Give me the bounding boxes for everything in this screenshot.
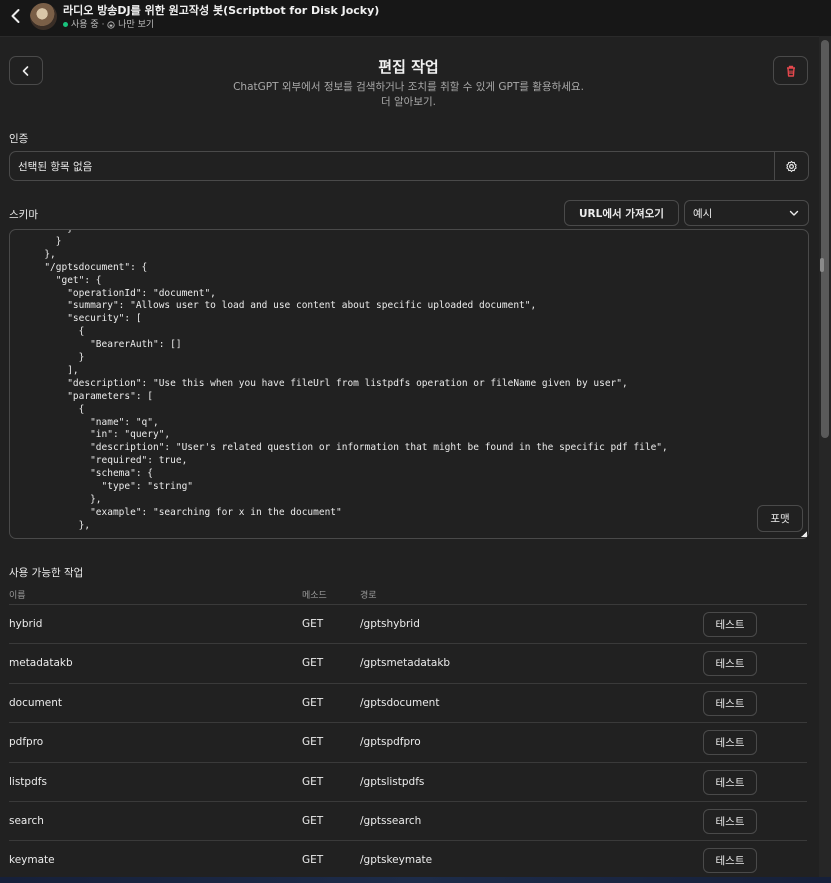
action-path: /gptspdfpro bbox=[360, 736, 421, 749]
action-name: search bbox=[9, 815, 44, 827]
code-line: "required": true, bbox=[10, 455, 188, 467]
action-method: GET bbox=[302, 618, 324, 630]
auth-settings-button[interactable] bbox=[774, 151, 809, 181]
page-title: 편집 작업 bbox=[378, 58, 439, 76]
code-line: { bbox=[10, 403, 85, 415]
table-row: pdfpro GET/gptspdfpro 테스트 bbox=[9, 722, 807, 762]
learn-more-link[interactable]: 더 알아보기. bbox=[0, 94, 817, 109]
back-chevron-icon[interactable] bbox=[6, 6, 26, 26]
code-line: }, bbox=[10, 248, 56, 260]
gpt-avatar bbox=[30, 3, 57, 30]
trash-icon bbox=[786, 65, 795, 77]
code-line: "schema": { bbox=[10, 468, 153, 480]
code-line: "name": "q", bbox=[10, 416, 159, 428]
code-line: { bbox=[10, 326, 85, 338]
visibility-text: 나만 보기 bbox=[118, 20, 155, 30]
action-path: /gptsmetadatakb bbox=[360, 657, 451, 670]
import-from-url-button[interactable]: URL에서 가져오기 bbox=[564, 200, 679, 226]
auth-label: 인증 bbox=[9, 133, 29, 145]
column-header-path: 경로 bbox=[360, 591, 377, 601]
test-button[interactable]: 테스트 bbox=[703, 690, 757, 716]
gear-icon bbox=[786, 160, 797, 172]
code-line: } bbox=[10, 352, 85, 363]
examples-select[interactable]: 예시 bbox=[684, 200, 809, 226]
resize-handle-icon[interactable] bbox=[801, 531, 807, 537]
code-line: } bbox=[10, 235, 62, 247]
action-method: GET bbox=[302, 775, 324, 788]
available-actions-label: 사용 가능한 작업 bbox=[9, 567, 84, 579]
gpt-status: 사용 중 · 나만 보기 bbox=[63, 17, 154, 30]
schema-scrollbar-thumb[interactable] bbox=[820, 258, 824, 272]
code-line: "get": { bbox=[10, 274, 102, 286]
action-path: /gptsdocument bbox=[360, 696, 440, 709]
code-line: "operationId": "document", bbox=[10, 287, 216, 299]
top-bar: 라디오 방송DJ를 위한 원고작성 봇(Scriptbot for Disk J… bbox=[0, 0, 831, 37]
code-line: }, bbox=[10, 519, 91, 531]
code-line: "summary": "Allows user to load and use … bbox=[10, 300, 537, 312]
code-line: "description": "User's related question … bbox=[10, 442, 668, 454]
action-name: keymate bbox=[9, 854, 55, 867]
code-line: "example": "searching for x in the docum… bbox=[10, 506, 342, 518]
action-name: hybrid bbox=[9, 618, 43, 630]
table-row: search GET/gptssearch 테스트 bbox=[9, 801, 807, 841]
page-scrollbar-thumb[interactable] bbox=[821, 40, 829, 438]
chevron-down-icon bbox=[789, 210, 799, 216]
gpt-title: 라디오 방송DJ를 위한 원고작성 봇(Scriptbot for Disk J… bbox=[63, 4, 380, 17]
action-method: GET bbox=[302, 815, 324, 827]
column-header-name: 이름 bbox=[9, 591, 26, 601]
code-line: "parameters": [ bbox=[10, 390, 153, 402]
action-name: pdfpro bbox=[9, 736, 44, 749]
test-button[interactable]: 테스트 bbox=[703, 612, 757, 637]
action-path: /gptshybrid bbox=[360, 618, 420, 630]
test-button[interactable]: 테스트 bbox=[703, 651, 757, 677]
test-button[interactable]: 테스트 bbox=[703, 730, 757, 756]
action-path: /gptslistpdfs bbox=[360, 775, 425, 788]
code-line: "BearerAuth": [] bbox=[10, 339, 182, 351]
code-line: "description": "Use this when you have f… bbox=[10, 377, 628, 389]
os-taskbar bbox=[0, 877, 831, 883]
schema-editor[interactable]: } } }, "/gptsdocument": { "get": { "oper… bbox=[9, 229, 809, 539]
test-button[interactable]: 테스트 bbox=[703, 769, 757, 795]
action-method: GET bbox=[302, 657, 324, 670]
code-line: "security": [ bbox=[10, 313, 142, 325]
action-name: metadatakb bbox=[9, 657, 73, 670]
examples-select-value: 예시 bbox=[693, 208, 713, 220]
format-button[interactable]: 포맷 bbox=[757, 505, 803, 532]
code-line: } bbox=[10, 230, 73, 235]
code-line: "in": "query", bbox=[10, 429, 171, 441]
schema-label: 스키마 bbox=[9, 209, 38, 221]
test-button[interactable]: 테스트 bbox=[703, 848, 757, 874]
action-method: GET bbox=[302, 736, 324, 749]
code-line: "/gptsdocument": { bbox=[10, 261, 148, 273]
auth-value: 선택된 항목 없음 bbox=[18, 161, 93, 173]
table-row: metadatakb GET/gptsmetadatakb 테스트 bbox=[9, 643, 807, 683]
action-method: GET bbox=[302, 854, 324, 867]
table-row: listpdfs GET/gptslistpdfs 테스트 bbox=[9, 761, 807, 802]
column-header-method: 메소드 bbox=[302, 591, 327, 601]
lock-icon bbox=[107, 20, 115, 29]
status-text: 사용 중 bbox=[71, 20, 99, 30]
table-row: hybrid GET/gptshybrid 테스트 bbox=[9, 604, 807, 644]
test-button[interactable]: 테스트 bbox=[703, 809, 757, 834]
page-subtitle: ChatGPT 외부에서 정보를 검색하거나 조치를 취할 수 있게 GPT를 … bbox=[233, 81, 584, 93]
code-line: ], bbox=[10, 364, 79, 376]
code-line: }, bbox=[10, 493, 102, 505]
action-path: /gptssearch bbox=[360, 815, 422, 827]
auth-select[interactable]: 선택된 항목 없음 bbox=[9, 151, 775, 181]
action-method: GET bbox=[302, 696, 324, 709]
status-dot-icon bbox=[63, 22, 68, 27]
table-row: document GET/gptsdocument 테스트 bbox=[9, 682, 807, 723]
action-name: listpdfs bbox=[9, 775, 47, 788]
code-line: "type": "string" bbox=[10, 481, 194, 492]
delete-button[interactable] bbox=[773, 56, 808, 85]
table-row: keymate GET/gptskeymate 테스트 bbox=[9, 840, 807, 880]
action-name: document bbox=[9, 696, 62, 709]
action-path: /gptskeymate bbox=[360, 854, 433, 867]
